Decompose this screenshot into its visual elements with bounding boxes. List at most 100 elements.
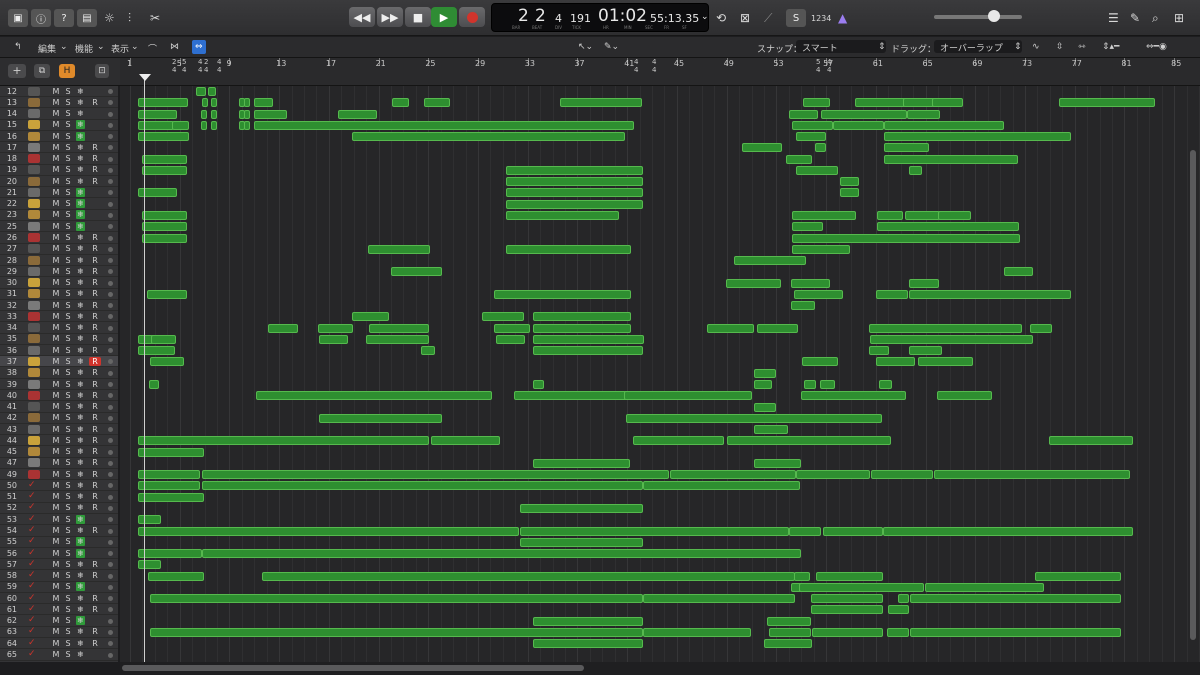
- freeze-button[interactable]: ❄: [76, 312, 85, 321]
- freeze-button[interactable]: ❄: [76, 143, 85, 152]
- time-signature-marker[interactable]: 44: [827, 58, 831, 74]
- record-enable-button[interactable]: R: [89, 368, 101, 377]
- solo-button[interactable]: S: [62, 177, 74, 186]
- midi-region[interactable]: [624, 391, 752, 401]
- mute-button[interactable]: M: [50, 481, 62, 490]
- midi-region[interactable]: [1059, 98, 1155, 108]
- track-header[interactable]: 20 M S ❄ R: [0, 176, 118, 188]
- add-track-button[interactable]: +: [8, 64, 26, 78]
- freeze-button[interactable]: ❄: [76, 120, 85, 130]
- midi-region[interactable]: [149, 380, 159, 390]
- input-monitor-dot[interactable]: [108, 472, 113, 478]
- freeze-button[interactable]: ❄: [76, 514, 85, 524]
- record-enable-button[interactable]: R: [89, 571, 101, 580]
- duplicate-track-icon[interactable]: ⧉: [34, 64, 50, 78]
- track-header[interactable]: 21 M S ❄: [0, 187, 118, 199]
- midi-region[interactable]: [792, 233, 1020, 243]
- track-header[interactable]: 12 M S ❄: [0, 86, 118, 97]
- freeze-button[interactable]: ❄: [76, 447, 85, 456]
- record-button[interactable]: [459, 7, 485, 27]
- solo-button[interactable]: S: [62, 627, 74, 636]
- midi-region[interactable]: [142, 233, 187, 243]
- track-header[interactable]: 35 M S ❄ R: [0, 334, 118, 345]
- input-monitor-dot[interactable]: [108, 291, 113, 297]
- lcd-dropdown-icon[interactable]: ⌄: [701, 12, 709, 22]
- record-enable-button[interactable]: R: [89, 165, 101, 174]
- input-monitor-dot[interactable]: [108, 201, 113, 207]
- solo-button[interactable]: S: [62, 256, 74, 265]
- mute-button[interactable]: M: [50, 267, 62, 276]
- solo-button[interactable]: S: [62, 582, 74, 591]
- track-header[interactable]: 36 M S ❄ R: [0, 345, 118, 357]
- solo-button[interactable]: S: [62, 210, 74, 219]
- track-header[interactable]: 58 ✓ M S ❄ R: [0, 571, 118, 582]
- time-signature-marker[interactable]: 44: [634, 58, 638, 74]
- mute-button[interactable]: M: [50, 177, 62, 186]
- midi-region[interactable]: [909, 278, 939, 288]
- freeze-button[interactable]: ❄: [76, 458, 85, 467]
- track-header[interactable]: 25 M S ❄: [0, 221, 118, 233]
- track-header[interactable]: 30 M S ❄ R: [0, 278, 118, 289]
- freeze-button[interactable]: ❄: [76, 425, 85, 434]
- midi-region[interactable]: [870, 334, 1033, 344]
- midi-region[interactable]: [506, 177, 643, 187]
- midi-region[interactable]: [201, 120, 207, 130]
- midi-region[interactable]: [754, 458, 801, 468]
- solo-button[interactable]: S: [62, 233, 74, 242]
- midi-region[interactable]: [533, 312, 631, 322]
- mute-button[interactable]: M: [50, 301, 62, 310]
- record-enable-button[interactable]: R: [89, 346, 101, 355]
- midi-region[interactable]: [769, 627, 811, 637]
- midi-region[interactable]: [794, 571, 810, 581]
- solo-button[interactable]: S: [62, 391, 74, 400]
- vertical-scroll-thumb[interactable]: [1190, 150, 1196, 640]
- mute-button[interactable]: M: [50, 165, 62, 174]
- smart-controls-button[interactable]: ☼: [104, 8, 115, 28]
- mute-button[interactable]: M: [50, 492, 62, 501]
- tuner-button[interactable]: ⟋: [764, 8, 772, 28]
- track-header[interactable]: 52 ✓ M S ❄ R: [0, 503, 118, 514]
- input-monitor-dot[interactable]: [108, 641, 113, 647]
- mute-button[interactable]: M: [50, 323, 62, 332]
- mute-button[interactable]: M: [50, 413, 62, 422]
- freeze-button[interactable]: ❄: [76, 87, 85, 96]
- freeze-button[interactable]: ❄: [76, 639, 85, 648]
- midi-region[interactable]: [910, 627, 1121, 637]
- input-monitor-dot[interactable]: [108, 404, 113, 410]
- midi-region[interactable]: [533, 346, 643, 356]
- midi-region[interactable]: [431, 436, 500, 446]
- track-header[interactable]: 44 M S ❄ R: [0, 435, 118, 447]
- input-monitor-dot[interactable]: [108, 235, 113, 241]
- midi-region[interactable]: [262, 571, 795, 581]
- midi-region[interactable]: [727, 436, 891, 446]
- editors-button[interactable]: ✂: [150, 8, 160, 28]
- time-signature-marker[interactable]: 44: [198, 58, 202, 74]
- midi-region[interactable]: [533, 380, 544, 390]
- midi-region[interactable]: [138, 481, 200, 491]
- solo-button[interactable]: S: [62, 98, 74, 107]
- midi-region[interactable]: [208, 87, 216, 96]
- freeze-button[interactable]: ❄: [76, 368, 85, 377]
- midi-region[interactable]: [754, 380, 772, 390]
- waveform-zoom-icon[interactable]: ∿: [1032, 42, 1040, 52]
- midi-region[interactable]: [840, 188, 859, 198]
- list-editors-button[interactable]: ☰: [1108, 8, 1119, 28]
- freeze-button[interactable]: ❄: [76, 199, 85, 209]
- solo-button[interactable]: S: [62, 278, 74, 287]
- solo-button[interactable]: S: [62, 605, 74, 614]
- midi-region[interactable]: [514, 391, 633, 401]
- midi-region[interactable]: [150, 357, 184, 367]
- input-monitor-dot[interactable]: [108, 246, 113, 252]
- input-monitor-dot[interactable]: [108, 303, 113, 309]
- track-header[interactable]: 56 ✓ M S ❄: [0, 548, 118, 560]
- record-enable-button[interactable]: R: [89, 458, 101, 467]
- midi-region[interactable]: [138, 549, 202, 559]
- master-volume-knob[interactable]: [988, 10, 1000, 22]
- mute-button[interactable]: M: [50, 188, 62, 197]
- mute-button[interactable]: M: [50, 278, 62, 287]
- freeze-button[interactable]: ❄: [76, 346, 85, 355]
- midi-region[interactable]: [268, 323, 298, 333]
- freeze-button[interactable]: ❄: [76, 616, 85, 626]
- midi-region[interactable]: [910, 594, 1121, 604]
- midi-region[interactable]: [812, 627, 883, 637]
